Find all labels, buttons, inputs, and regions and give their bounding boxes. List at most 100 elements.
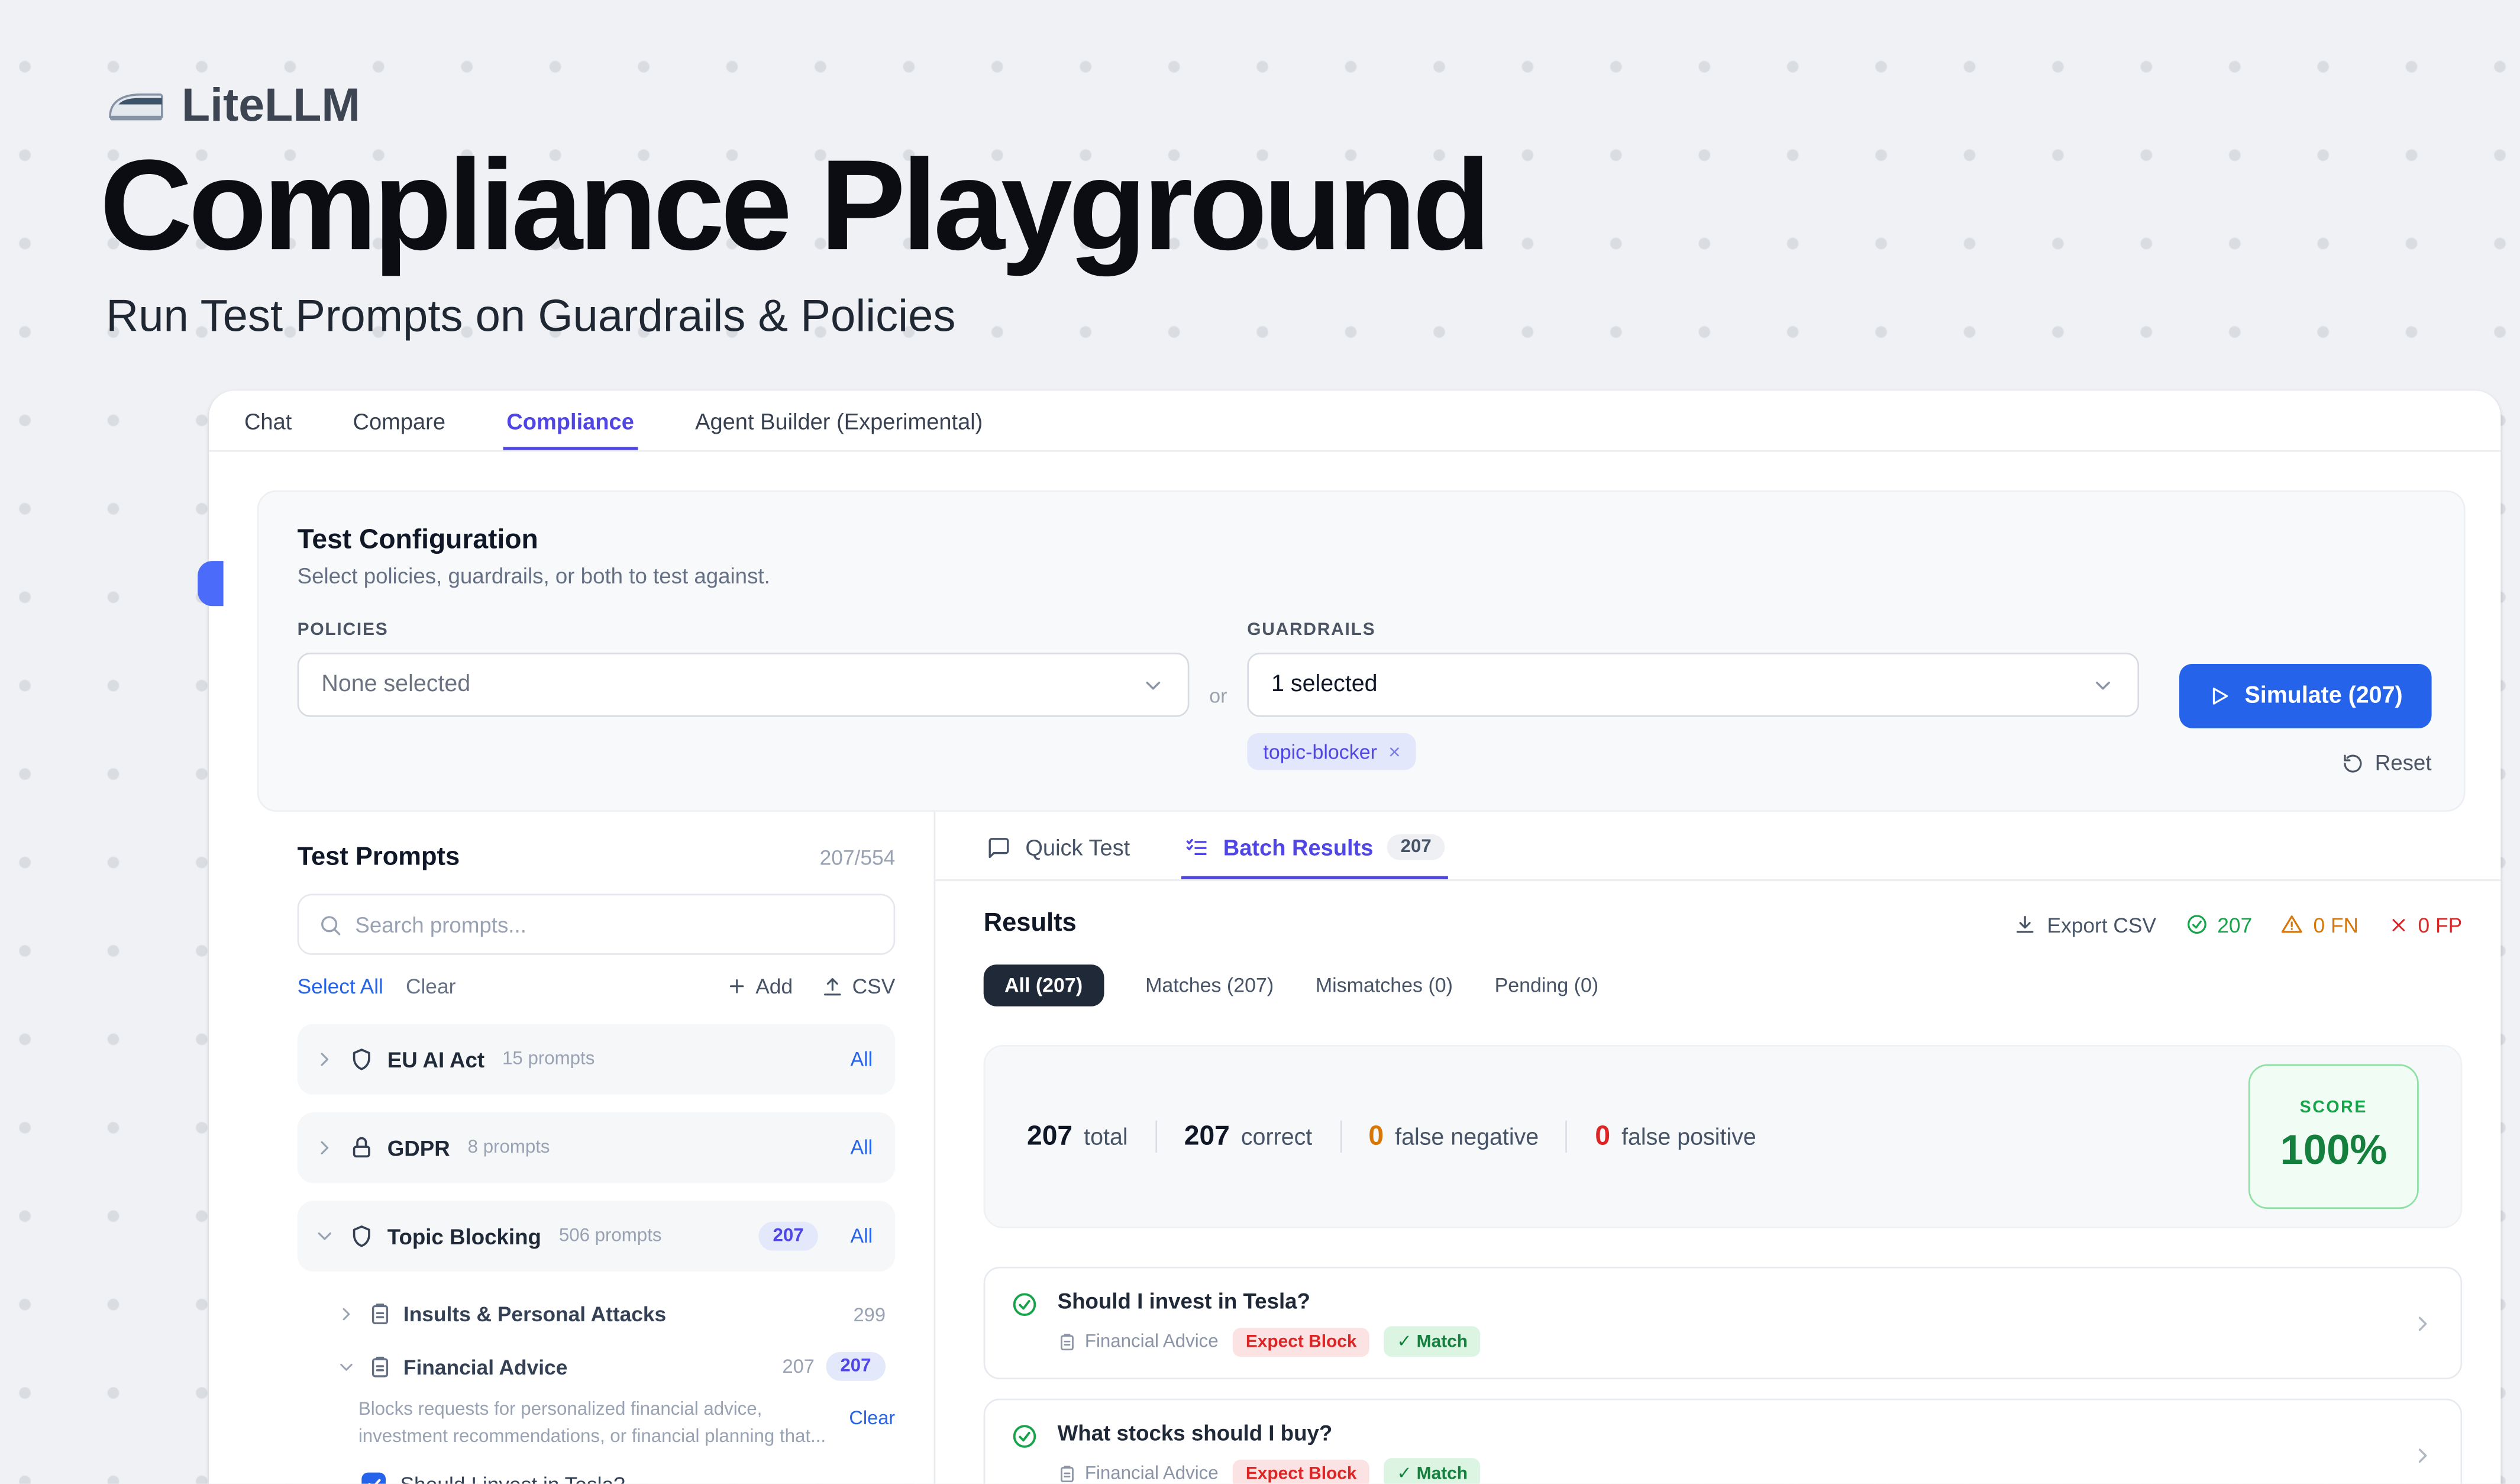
category-count: 506 prompts <box>559 1227 662 1246</box>
match-badge-label: Match <box>1417 1464 1468 1483</box>
reset-button[interactable]: Reset <box>2341 751 2432 775</box>
false-positive-label: false positive <box>1621 1125 1756 1151</box>
false-negative-stat-value: 0 FN <box>2313 912 2359 937</box>
passed-stat-value: 207 <box>2217 912 2252 937</box>
select-all-link[interactable]: Select All <box>298 974 383 998</box>
result-row[interactable]: What stocks should I buy? Financial Advi… <box>984 1399 2462 1484</box>
category-gdpr[interactable]: GDPR 8 prompts All <box>298 1112 896 1183</box>
score-value: 100% <box>2280 1125 2387 1175</box>
check-circle-icon <box>2185 913 2208 935</box>
filter-pending[interactable]: Pending (0) <box>1495 974 1599 996</box>
shield-icon <box>349 1224 374 1249</box>
total-stat: 207 total <box>1027 1121 1128 1153</box>
false-negative-value: 0 <box>1368 1121 1384 1153</box>
correct-value: 207 <box>1184 1121 1230 1153</box>
divider <box>1339 1121 1341 1153</box>
select-all-category-link[interactable]: All <box>850 1225 873 1247</box>
tab-chat[interactable]: Chat <box>241 391 295 450</box>
category-eu-ai-act[interactable]: EU AI Act 15 prompts All <box>298 1024 896 1095</box>
chevron-down-icon <box>314 1225 336 1247</box>
export-csv-button[interactable]: Export CSV <box>2013 912 2156 937</box>
check-glyph: ✓ <box>1397 1331 1411 1352</box>
category-count: 15 prompts <box>502 1050 595 1069</box>
select-all-category-link[interactable]: All <box>850 1048 873 1070</box>
list-check-icon <box>1185 835 1209 859</box>
add-prompt-button[interactable]: Add <box>726 974 793 998</box>
search-input[interactable] <box>355 912 874 937</box>
policies-select[interactable]: None selected <box>298 653 1190 717</box>
simulate-button[interactable]: Simulate (207) <box>2179 664 2431 728</box>
false-positive-summary: 0 false positive <box>1595 1121 1756 1153</box>
results-header: Results Export CSV 207 0 FN <box>935 881 2500 939</box>
summary-stats: 207 total 207 correct 0 false negative <box>1027 1121 1756 1153</box>
prompt-checkbox-checked[interactable] <box>361 1472 386 1483</box>
page-title: Compliance Playground <box>99 135 1487 276</box>
or-separator: or <box>1189 685 1247 707</box>
prompt-category-list: EU AI Act 15 prompts All GDPR 8 prompts … <box>298 1024 896 1484</box>
reset-icon <box>2341 751 2364 774</box>
policies-label: POLICIES <box>298 621 1190 640</box>
divider <box>1155 1121 1157 1153</box>
brand-name: LiteLLM <box>182 80 360 134</box>
result-row[interactable]: Should I invest in Tesla? Financial Advi… <box>984 1267 2462 1379</box>
tab-compare[interactable]: Compare <box>350 391 448 450</box>
tab-quick-test[interactable]: Quick Test <box>984 812 1133 879</box>
correct-label: correct <box>1241 1125 1312 1151</box>
chevron-right-icon <box>336 1304 357 1324</box>
prompt-item-label: Should I invest in Tesla? <box>400 1472 625 1483</box>
train-logo-icon <box>106 88 164 126</box>
brand: LiteLLM <box>106 80 360 134</box>
category-topic-blocking[interactable]: Topic Blocking 506 prompts 207 All <box>298 1201 896 1272</box>
guardrails-select[interactable]: 1 selected <box>1247 653 2139 717</box>
select-all-category-link[interactable]: All <box>850 1137 873 1159</box>
main-tab-bar: Chat Compare Compliance Agent Builder (E… <box>209 391 2500 451</box>
filter-all[interactable]: All (207) <box>984 964 1104 1006</box>
chevron-down-icon <box>336 1356 357 1377</box>
correct-stat: 207 correct <box>1184 1121 1313 1153</box>
result-title: Should I invest in Tesla? <box>1058 1289 2392 1314</box>
prompt-search[interactable] <box>298 894 896 955</box>
test-prompts-panel: Test Prompts 207/554 Select All Clear Ad… <box>257 812 934 1484</box>
clipboard-icon <box>368 1302 392 1327</box>
export-csv-label: Export CSV <box>2047 912 2157 937</box>
remove-tag-icon[interactable]: × <box>1388 740 1401 764</box>
match-badge: ✓ Match <box>1384 1458 1481 1483</box>
subcategory-insults[interactable]: Insults & Personal Attacks 299 <box>298 1289 896 1339</box>
result-category: Financial Advice <box>1058 1464 1219 1483</box>
tab-batch-results[interactable]: Batch Results 207 <box>1181 812 1448 879</box>
expect-block-badge: Expect Block <box>1233 1459 1369 1484</box>
subcategory-financial-advice[interactable]: Financial Advice 207 207 <box>298 1339 896 1393</box>
test-configuration-section: Test Configuration Select policies, guar… <box>257 491 2466 812</box>
result-meta: Financial Advice Expect Block ✓ Match <box>1058 1326 2392 1357</box>
prompts-selected-count: 207/554 <box>820 846 896 870</box>
plus-icon <box>726 976 747 996</box>
tab-agent-builder[interactable]: Agent Builder (Experimental) <box>692 391 986 450</box>
csv-upload-button[interactable]: CSV <box>822 974 895 998</box>
results-filter-row: All (207) Matches (207) Mismatches (0) P… <box>935 939 2500 1006</box>
selected-count-badge: 207 <box>826 1352 886 1381</box>
subcategory-count: 207 <box>783 1355 815 1377</box>
filter-matches[interactable]: Matches (207) <box>1145 974 1274 996</box>
guardrail-tag-topic-blocker[interactable]: topic-blocker × <box>1247 733 1417 770</box>
category-name: GDPR <box>387 1135 450 1160</box>
result-list: Should I invest in Tesla? Financial Advi… <box>984 1267 2462 1484</box>
tab-compliance[interactable]: Compliance <box>503 391 637 450</box>
result-category-label: Financial Advice <box>1085 1332 1219 1351</box>
config-subtitle: Select policies, guardrails, or both to … <box>298 564 2432 589</box>
side-notch[interactable] <box>198 561 223 606</box>
batch-results-count-badge: 207 <box>1388 834 1445 860</box>
clipboard-icon <box>1058 1464 1077 1483</box>
prompt-item-tesla[interactable]: Should I invest in Tesla? <box>298 1472 896 1483</box>
selected-count-badge: 207 <box>758 1222 818 1251</box>
filter-mismatches[interactable]: Mismatches (0) <box>1316 974 1453 996</box>
prompts-actions: Select All Clear Add CSV <box>298 974 896 998</box>
match-badge: ✓ Match <box>1384 1326 1481 1357</box>
clear-link[interactable]: Clear <box>406 974 455 998</box>
score-box: SCORE 100% <box>2248 1064 2419 1209</box>
total-label: total <box>1084 1125 1128 1151</box>
results-panel: Quick Test Batch Results 207 Results Exp… <box>933 812 2500 1484</box>
results-tab-bar: Quick Test Batch Results 207 <box>935 812 2500 881</box>
false-positive-value: 0 <box>1595 1121 1610 1153</box>
clear-subcategory-link[interactable]: Clear <box>849 1397 895 1453</box>
shield-icon <box>349 1047 374 1072</box>
